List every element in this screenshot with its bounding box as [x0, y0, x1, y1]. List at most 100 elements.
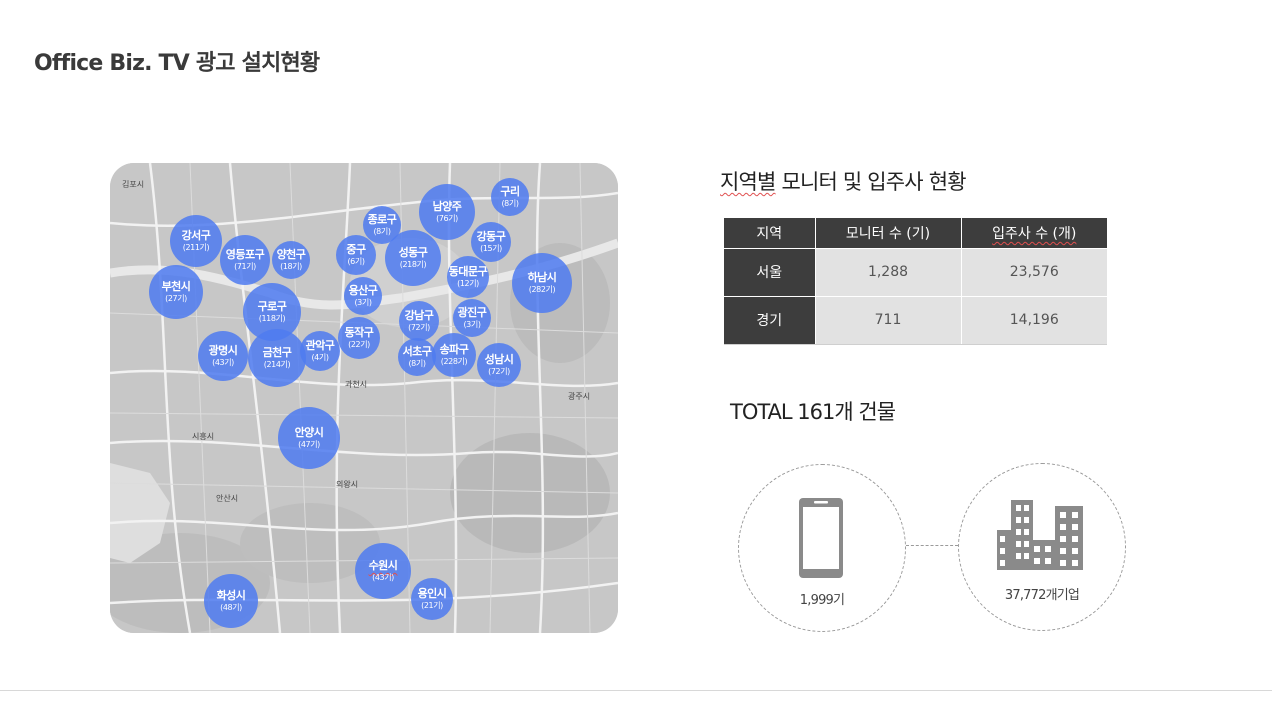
district-name: 동작구 [344, 326, 374, 340]
district-bubble[interactable]: 중구 (6기) [336, 235, 376, 275]
district-name: 금천구 [262, 346, 292, 360]
total-buildings-title: TOTAL 161개 건물 [730, 400, 896, 424]
map-label-gwangju: 광주시 [568, 392, 591, 401]
district-name: 용인시 [417, 587, 447, 601]
map-label-gimpo: 김포시 [122, 180, 145, 189]
district-bubble[interactable]: 수원시 (43기) [355, 543, 411, 599]
district-count: (43기) [212, 357, 234, 367]
district-bubble[interactable]: 성남시 (72기) [477, 343, 521, 387]
regional-section-title: 지역별 모니터 및 입주사 현황 [720, 166, 967, 196]
district-count: (15기) [480, 243, 502, 253]
district-bubble[interactable]: 영등포구 (71기) [220, 235, 270, 285]
district-count: (76기) [436, 213, 458, 223]
monitors-circle: 1,999기 [738, 464, 906, 632]
district-bubble[interactable]: 광명시 (43기) [198, 331, 248, 381]
district-bubble[interactable]: 금천구 (214기) [248, 329, 306, 387]
row-region: 경기 [724, 295, 815, 345]
district-name: 강동구 [476, 230, 506, 244]
companies-circle: 37,772개기업 [958, 463, 1126, 631]
district-name: 영등포구 [225, 248, 265, 262]
district-bubble[interactable]: 성동구 (218기) [385, 230, 441, 286]
district-name: 남양주 [432, 200, 462, 214]
row-monitors: 1,288 [814, 247, 961, 296]
map-label-siheung: 시흥시 [192, 432, 215, 441]
district-count: (118기) [258, 313, 286, 323]
district-bubble[interactable]: 부천시 (27기) [149, 265, 203, 319]
page-title: Office Biz. TV 광고 설치현황 [34, 51, 320, 76]
regional-title-rest: 모니터 및 입주사 현황 [775, 170, 966, 194]
district-name: 광진구 [457, 306, 487, 320]
district-count: (8기) [373, 226, 391, 236]
district-count: (6기) [347, 256, 365, 266]
region-map: 김포시 시흥시 과천시 안산시 광주시 의왕시 강서구 (211기) 영등포구 (7… [110, 163, 618, 633]
circle-connector [906, 545, 958, 546]
district-bubble[interactable]: 구리 (8기) [491, 178, 529, 216]
district-bubble[interactable]: 남양주 (76기) [419, 184, 475, 240]
row-monitors: 711 [814, 295, 961, 345]
district-count: (3기) [354, 297, 372, 307]
district-name: 수원시 [368, 559, 398, 573]
district-name: 부천시 [161, 280, 191, 294]
district-count: (214기) [263, 359, 291, 369]
bottom-divider [0, 690, 1272, 691]
district-name: 광명시 [208, 344, 238, 358]
table-row: 경기 711 14,196 [724, 295, 1107, 345]
row-tenants: 14,196 [960, 295, 1107, 345]
district-name: 종로구 [367, 213, 397, 227]
district-bubble[interactable]: 송파구 (228기) [432, 333, 476, 377]
district-count: (18기) [280, 261, 302, 271]
district-name: 구리 [500, 185, 520, 199]
district-name: 하남시 [527, 271, 557, 285]
district-bubble[interactable]: 관악구 (4기) [300, 331, 340, 371]
district-bubble[interactable]: 광진구 (3기) [453, 299, 491, 337]
district-bubble[interactable]: 용인시 (21기) [411, 578, 453, 620]
district-bubble[interactable]: 강동구 (15기) [471, 222, 511, 262]
district-name: 성동구 [398, 246, 428, 260]
district-bubble[interactable]: 강서구 (211기) [170, 215, 222, 267]
map-label-gwacheon: 과천시 [345, 380, 368, 389]
district-bubble[interactable]: 강남구 (72기) [399, 301, 439, 341]
district-name: 구로구 [257, 300, 287, 314]
column-header-region: 지역 [724, 218, 816, 248]
district-count: (211기) [182, 242, 210, 252]
district-count: (43기) [372, 572, 394, 582]
district-name: 관악구 [305, 339, 335, 353]
district-count: (72기) [408, 322, 430, 332]
table-header-row: 지역 모니터 수 (기) 입주사 수 (개) [724, 218, 1107, 248]
district-name: 서초구 [402, 345, 432, 359]
district-name: 송파구 [439, 343, 469, 357]
row-region: 서울 [724, 247, 815, 296]
district-count: (218기) [399, 259, 427, 269]
smartphone-icon [799, 498, 843, 578]
district-count: (282기) [528, 284, 556, 294]
district-count: (48기) [220, 602, 242, 612]
table-row: 서울 1,288 23,576 [724, 247, 1107, 296]
district-count: (8기) [408, 358, 426, 368]
district-name: 중구 [346, 243, 366, 257]
regional-title-prefix: 지역별 [720, 170, 776, 194]
district-bubble[interactable]: 동작구 (22기) [338, 317, 380, 359]
district-bubble[interactable]: 용산구 (3기) [344, 277, 382, 315]
district-name: 안양시 [294, 426, 324, 440]
district-count: (22기) [348, 339, 370, 349]
column-header-tenants-text: 입주사 수 (개) [992, 225, 1077, 242]
district-bubble[interactable]: 동대문구 (12기) [447, 256, 489, 298]
district-bubble[interactable]: 양천구 (18기) [272, 241, 310, 279]
district-name: 강남구 [404, 309, 434, 323]
district-count: (8기) [501, 198, 519, 208]
buildings-icon [997, 500, 1083, 570]
district-name: 동대문구 [448, 265, 488, 279]
district-name: 용산구 [348, 284, 378, 298]
district-count: (12기) [457, 278, 479, 288]
row-tenants: 23,576 [960, 247, 1107, 296]
district-name: 화성시 [216, 589, 246, 603]
column-header-monitors: 모니터 수 (기) [815, 218, 962, 248]
regional-stats-table: 지역 모니터 수 (기) 입주사 수 (개) 서울 1,288 23,576 경… [724, 218, 1107, 345]
district-bubble[interactable]: 화성시 (48기) [204, 574, 258, 628]
district-bubble[interactable]: 서초구 (8기) [398, 338, 436, 376]
district-name: 양천구 [276, 248, 306, 262]
district-count: (228기) [440, 356, 468, 366]
district-bubble[interactable]: 안양시 (47기) [278, 407, 340, 469]
district-bubble[interactable]: 하남시 (282기) [512, 253, 572, 313]
map-label-uiwang: 의왕시 [336, 480, 359, 489]
